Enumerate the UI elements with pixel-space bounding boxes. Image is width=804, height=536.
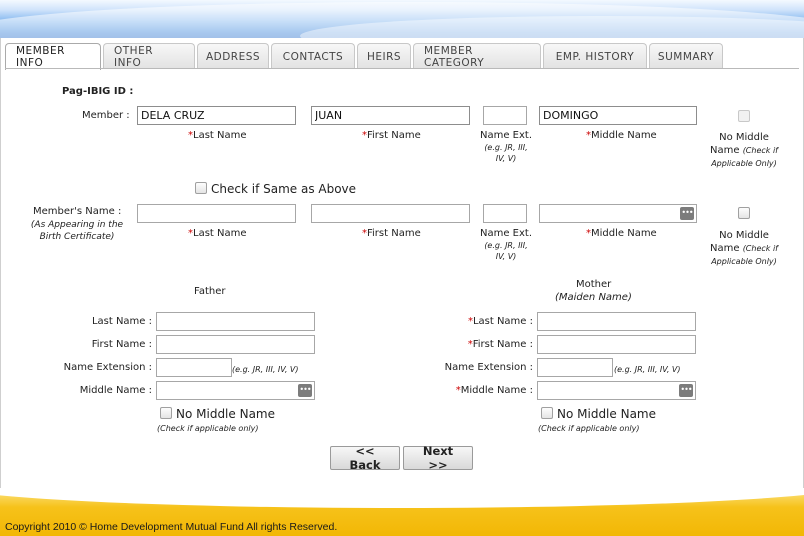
members-name-first-input[interactable] — [311, 204, 470, 223]
members-name-middle-select[interactable]: ••• — [539, 204, 697, 223]
same-as-above-checkbox[interactable] — [195, 182, 207, 194]
members-name-no-middle-caption: No Middle Name (Check if Applicable Only… — [709, 230, 778, 266]
members-name-label: Member's Name : — [33, 206, 122, 217]
member-name-ext-caption: Name Ext. — [480, 130, 533, 141]
copyright-text: Copyright 2010 © Home Development Mutual… — [5, 521, 338, 533]
members-name-hint: (As Appearing in the Birth Certificate) — [30, 220, 124, 242]
mother-ext-label: Name Extension : — [444, 362, 533, 373]
member-no-middle-caption: No Middle Name (Check if Applicable Only… — [709, 132, 778, 168]
father-first-name-label: First Name : — [91, 339, 152, 350]
next-button[interactable]: Next >> — [403, 444, 473, 472]
members-name-last-input[interactable] — [137, 204, 296, 223]
tab-member-info[interactable]: MEMBER INFO — [5, 43, 101, 70]
members-name-middle-caption: *Middle Name — [586, 228, 657, 239]
mother-last-name-input[interactable] — [537, 312, 696, 331]
father-ext-hint: (e.g. JR, III, IV, V) — [232, 365, 299, 374]
father-no-middle-checkbox[interactable] — [160, 407, 172, 419]
mother-last-name-label: *Last Name : — [467, 316, 533, 327]
members-name-last-caption: *Last Name — [188, 228, 247, 239]
pagibig-id-label: Pag-IBIG ID : — [62, 86, 134, 97]
tab-emp-history[interactable]: EMP. HISTORY — [543, 43, 647, 69]
mother-first-name-input[interactable] — [537, 335, 696, 354]
members-name-ext-hint: (e.g. JR, III, IV, V) — [484, 241, 528, 261]
mother-no-middle-label: No Middle Name — [557, 407, 656, 421]
mother-no-middle-hint: (Check if applicable only) — [538, 424, 640, 433]
member-name-ext-input[interactable] — [483, 106, 527, 125]
mother-no-middle-checkbox[interactable] — [541, 407, 553, 419]
father-first-name-input[interactable] — [156, 335, 315, 354]
member-first-name-caption: *First Name — [362, 130, 421, 141]
tab-member-category[interactable]: MEMBER CATEGORY — [413, 43, 541, 69]
member-last-name-input[interactable] — [137, 106, 296, 125]
father-no-middle-hint: (Check if applicable only) — [157, 424, 259, 433]
mother-middle-label: *Middle Name : — [455, 385, 533, 396]
members-name-ext-caption: Name Ext. — [480, 228, 533, 239]
header-banner — [0, 0, 804, 40]
footer-wave — [0, 488, 804, 508]
father-last-name-input[interactable] — [156, 312, 315, 331]
mother-subtitle: (Maiden Name) — [555, 292, 632, 303]
back-button[interactable]: << Back — [330, 444, 400, 472]
members-name-first-caption: *First Name — [362, 228, 421, 239]
ellipsis-icon[interactable]: ••• — [298, 384, 312, 397]
mother-ext-input[interactable] — [537, 358, 613, 377]
father-middle-select[interactable]: ••• — [156, 381, 315, 400]
father-title: Father — [194, 286, 226, 297]
member-middle-name-caption: *Middle Name — [586, 130, 657, 141]
same-as-above-label: Check if Same as Above — [211, 182, 357, 196]
footer-banner: Copyright 2010 © Home Development Mutual… — [0, 488, 804, 536]
member-middle-name-input[interactable] — [539, 106, 697, 125]
members-name-no-middle-checkbox[interactable] — [738, 207, 750, 219]
mother-ext-hint: (e.g. JR, III, IV, V) — [614, 365, 681, 374]
father-last-name-label: Last Name : — [91, 316, 152, 327]
father-ext-label: Name Extension : — [63, 362, 152, 373]
father-middle-label: Middle Name : — [79, 385, 152, 396]
member-last-name-caption: *Last Name — [188, 130, 247, 141]
tab-address[interactable]: ADDRESS — [197, 43, 269, 69]
member-name-ext-hint: (e.g. JR, III, IV, V) — [484, 143, 528, 163]
ellipsis-icon[interactable]: ••• — [680, 207, 694, 220]
tab-contacts[interactable]: CONTACTS — [271, 43, 355, 69]
tab-heirs[interactable]: HEIRS — [357, 43, 411, 69]
tab-divider — [5, 68, 799, 69]
members-name-ext-input[interactable] — [483, 204, 527, 223]
mother-first-name-label: *First Name : — [467, 339, 533, 350]
mother-middle-select[interactable]: ••• — [537, 381, 696, 400]
tab-other-info[interactable]: OTHER INFO — [103, 43, 195, 69]
mother-title: Mother — [576, 279, 612, 290]
member-first-name-input[interactable] — [311, 106, 470, 125]
father-ext-input[interactable] — [156, 358, 232, 377]
member-label: Member : — [82, 110, 130, 121]
ellipsis-icon[interactable]: ••• — [679, 384, 693, 397]
tab-bar: MEMBER INFO OTHER INFO ADDRESS CONTACTS … — [5, 43, 723, 70]
tab-summary[interactable]: SUMMARY — [649, 43, 723, 69]
father-no-middle-label: No Middle Name — [176, 407, 275, 421]
member-no-middle-checkbox[interactable] — [738, 110, 750, 122]
